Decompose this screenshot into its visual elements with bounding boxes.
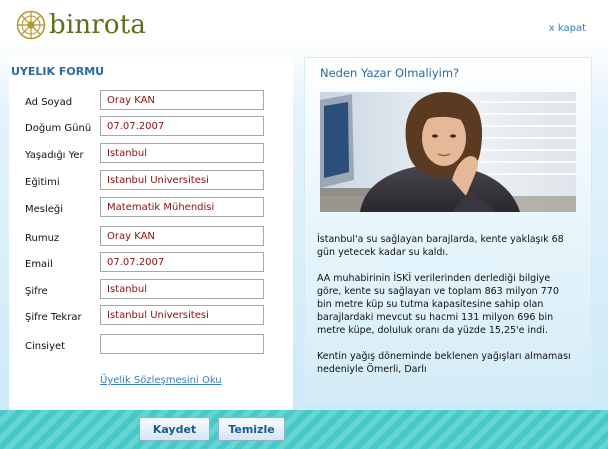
form-row-email: Email: [25, 252, 283, 274]
form-title: UYELIK FORMU: [11, 65, 105, 78]
agreement-link[interactable]: Üyelik Sözleşmesini Oku: [100, 375, 222, 386]
sifre-tekrar-label: Şifre Tekrar: [25, 312, 82, 323]
article-paragraph: Kentin yağış döneminde beklenen yağışlar…: [317, 351, 571, 375]
article-text: İstanbul'a su sağlayan barajlarda, kente…: [317, 233, 571, 389]
form-row-sifre: Şifre: [25, 279, 283, 301]
form-row-meslegi: Mesleği: [25, 197, 283, 219]
cinsiyet-input[interactable]: [100, 334, 264, 354]
rumuz-label: Rumuz: [25, 233, 60, 244]
why-author-title: Neden Yazar Olmaliyim?: [320, 66, 460, 80]
email-label: Email: [25, 259, 53, 270]
form-row-ad-soyad: Ad Soyad: [25, 90, 283, 112]
form-row-cinsiyet: Cinsiyet: [25, 334, 283, 356]
egitimi-input[interactable]: [100, 170, 264, 190]
ad-soyad-input[interactable]: [100, 90, 264, 110]
logo-icon: [16, 10, 46, 40]
rumuz-input[interactable]: [100, 226, 264, 246]
egitimi-label: Eğitimi: [25, 177, 60, 188]
dogum-gunu-label: Doğum Günü: [25, 123, 92, 134]
meslegi-label: Mesleği: [25, 204, 64, 215]
woman-at-computer-photo: [320, 92, 576, 212]
why-author-panel: Neden Yazar Olmaliyim? İstanbul'a su sağ…: [304, 57, 592, 404]
cinsiyet-label: Cinsiyet: [25, 341, 66, 352]
form-row-rumuz: Rumuz: [25, 226, 283, 248]
close-link[interactable]: x kapat: [549, 23, 586, 34]
yasadigi-yer-input[interactable]: [100, 143, 264, 163]
sifre-input[interactable]: [100, 279, 264, 299]
sifre-tekrar-input[interactable]: [100, 305, 264, 325]
form-row-sifre-tekrar: Şifre Tekrar: [25, 305, 283, 327]
save-button[interactable]: Kaydet: [139, 417, 210, 441]
header: binrota x kapat: [0, 0, 608, 50]
form-row-yasadigi-yer: Yaşadığı Yer: [25, 143, 283, 165]
sifre-label: Şifre: [25, 286, 48, 297]
article-paragraph: İstanbul'a su sağlayan barajlarda, kente…: [317, 234, 564, 258]
form-row-dogum-gunu: Doğum Günü: [25, 116, 283, 138]
footer-band: [0, 410, 608, 449]
form-row-egitimi: Eğitimi: [25, 170, 283, 192]
logo[interactable]: binrota: [16, 8, 146, 42]
logo-text: binrota: [49, 10, 147, 40]
ad-soyad-label: Ad Soyad: [25, 97, 73, 108]
email-input[interactable]: [100, 252, 264, 272]
registration-form-panel: UYELIK FORMU Ad Soyad Doğum Günü Yaşadığ…: [9, 57, 293, 411]
yasadigi-yer-label: Yaşadığı Yer: [25, 150, 84, 161]
dogum-gunu-input[interactable]: [100, 116, 264, 136]
clear-button[interactable]: Temizle: [218, 417, 285, 441]
article-paragraph: AA muhabirinin İSKİ verilerinden derledi…: [317, 273, 559, 336]
meslegi-input[interactable]: [100, 197, 264, 217]
